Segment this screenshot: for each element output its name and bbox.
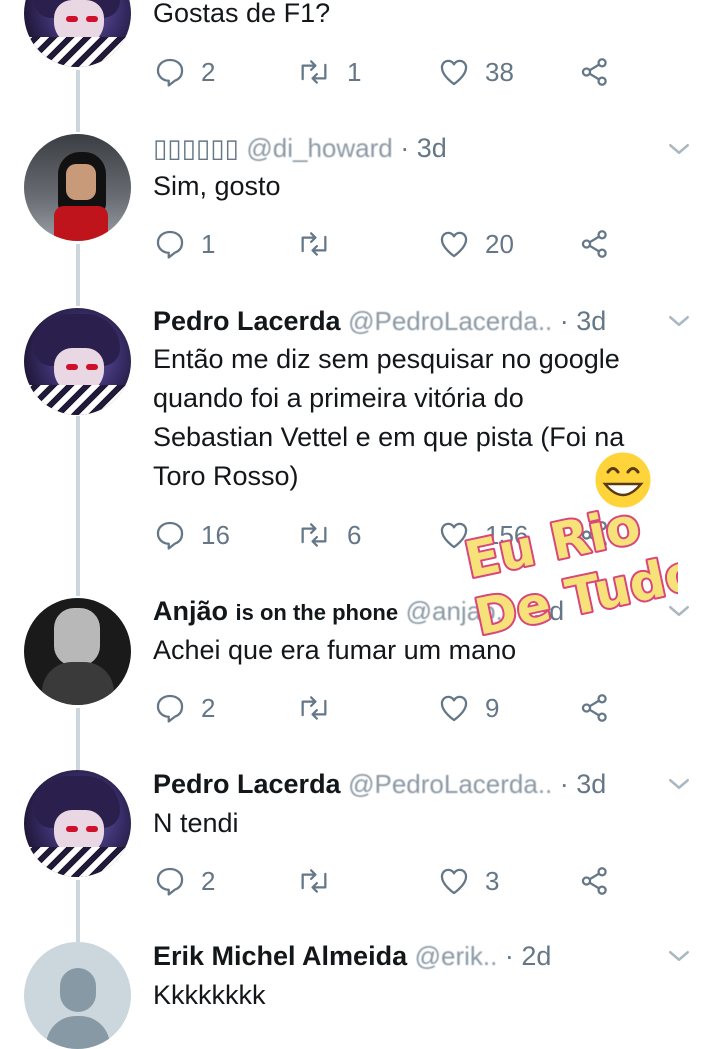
display-name[interactable]: ▯▯▯▯▯▯ bbox=[153, 133, 239, 163]
tweet-text: Kkkkkkkk bbox=[153, 980, 266, 1010]
reply-count: 1 bbox=[201, 228, 216, 259]
like-count: 3 bbox=[485, 865, 500, 896]
retweet-button[interactable]: 1 bbox=[295, 52, 361, 92]
retweet-icon bbox=[301, 696, 327, 720]
tweet-actions: 2 9 bbox=[153, 688, 633, 728]
user-handle[interactable]: @PedroLacerda.. bbox=[348, 301, 552, 341]
thread-line bbox=[76, 244, 80, 306]
reply-icon bbox=[156, 521, 184, 550]
tweet-actions: 1 20 bbox=[153, 224, 633, 264]
display-name[interactable]: Pedro Lacerda bbox=[153, 306, 341, 336]
like-button[interactable]: 9 bbox=[437, 688, 499, 728]
reply-count: 2 bbox=[201, 865, 216, 896]
like-button[interactable]: 38 bbox=[437, 52, 514, 92]
timestamp[interactable]: · 2d bbox=[505, 941, 552, 971]
user-handle[interactable]: @erik.. bbox=[415, 936, 498, 976]
tweet-text-line: Então me diz sem pesquisar no google bbox=[153, 344, 620, 374]
tweet-text: Sim, gosto bbox=[153, 171, 281, 201]
chevron-down-icon[interactable] bbox=[664, 134, 694, 164]
retweet-button[interactable] bbox=[295, 861, 347, 901]
thread-line bbox=[76, 70, 80, 132]
share-icon bbox=[581, 694, 607, 722]
tweet-text: N tendi bbox=[153, 808, 239, 838]
timestamp[interactable]: · 3d bbox=[560, 306, 607, 336]
reply-count: 16 bbox=[201, 519, 230, 550]
share-button[interactable] bbox=[578, 688, 612, 728]
avatar[interactable] bbox=[24, 0, 131, 67]
share-button[interactable] bbox=[578, 52, 612, 92]
chevron-down-icon[interactable] bbox=[664, 306, 694, 336]
user-handle[interactable]: @PedroLacerda.. bbox=[348, 764, 552, 804]
avatar[interactable] bbox=[24, 942, 131, 1049]
tweet-text: Gostas de F1? bbox=[153, 0, 331, 28]
avatar[interactable] bbox=[24, 598, 131, 705]
display-name[interactable]: Pedro Lacerda bbox=[153, 769, 341, 799]
timestamp[interactable]: · 3d bbox=[400, 133, 447, 163]
share-button[interactable] bbox=[578, 861, 612, 901]
share-icon bbox=[581, 230, 607, 258]
reply-count: 2 bbox=[201, 692, 216, 723]
tweet-header: Erik Michel Almeida @erik.. · 2d bbox=[153, 936, 551, 976]
retweet-icon bbox=[301, 60, 327, 84]
timestamp[interactable]: · 3d bbox=[560, 769, 607, 799]
reply-button[interactable]: 1 bbox=[153, 224, 215, 264]
retweet-count: 6 bbox=[347, 519, 362, 550]
reply-icon bbox=[156, 230, 184, 259]
heart-icon bbox=[440, 695, 468, 722]
avatar[interactable] bbox=[24, 308, 131, 415]
reply-count: 2 bbox=[201, 56, 216, 87]
share-icon bbox=[581, 867, 607, 895]
retweet-button[interactable] bbox=[295, 224, 347, 264]
retweet-icon bbox=[301, 523, 327, 547]
display-name[interactable]: Erik Michel Almeida bbox=[153, 941, 407, 971]
retweet-button[interactable] bbox=[295, 688, 347, 728]
display-name-extra: is on the phone bbox=[235, 600, 399, 625]
reply-icon bbox=[156, 58, 184, 87]
reply-icon bbox=[156, 694, 184, 723]
avatar[interactable] bbox=[24, 134, 131, 241]
like-button[interactable]: 20 bbox=[437, 224, 514, 264]
watermark-sticker: Eu Rio De Tudo bbox=[458, 447, 678, 636]
share-icon bbox=[581, 58, 607, 86]
heart-icon bbox=[440, 59, 468, 86]
tweet-text: Achei que era fumar um mano bbox=[153, 635, 517, 665]
tweet-actions: 2 3 bbox=[153, 861, 633, 901]
thread-line bbox=[76, 416, 80, 596]
reply-button[interactable]: 2 bbox=[153, 688, 215, 728]
tweet-header: Pedro Lacerda @PedroLacerda.. · 3d bbox=[153, 301, 606, 341]
heart-icon bbox=[440, 231, 468, 258]
like-count: 38 bbox=[485, 56, 514, 87]
reply-button[interactable]: 16 bbox=[153, 515, 230, 555]
avatar[interactable] bbox=[24, 770, 131, 877]
like-count: 20 bbox=[485, 228, 514, 259]
retweet-button[interactable]: 6 bbox=[295, 515, 361, 555]
display-name[interactable]: Anjão bbox=[153, 596, 228, 626]
chevron-down-icon[interactable] bbox=[664, 941, 694, 971]
reply-button[interactable]: 2 bbox=[153, 861, 215, 901]
tweet-text-line: quando foi a primeira vitória do bbox=[153, 383, 524, 413]
chevron-down-icon[interactable] bbox=[664, 769, 694, 799]
thread-line bbox=[76, 880, 80, 942]
tweet-header: Pedro Lacerda @PedroLacerda.. · 3d bbox=[153, 764, 606, 804]
retweet-icon bbox=[301, 232, 327, 256]
heart-icon bbox=[440, 868, 468, 895]
retweet-count: 1 bbox=[347, 56, 362, 87]
like-button[interactable]: 3 bbox=[437, 861, 499, 901]
thread-line bbox=[76, 708, 80, 770]
reply-icon bbox=[156, 867, 184, 896]
reply-button[interactable]: 2 bbox=[153, 52, 215, 92]
tweet-header: ▯▯▯▯▯▯ @di_howard · 3d bbox=[153, 128, 447, 168]
tweet-actions: 2 1 38 bbox=[153, 52, 633, 92]
user-handle[interactable]: @di_howard bbox=[246, 128, 392, 168]
retweet-icon bbox=[301, 869, 327, 893]
like-count: 9 bbox=[485, 692, 500, 723]
share-button[interactable] bbox=[578, 224, 612, 264]
